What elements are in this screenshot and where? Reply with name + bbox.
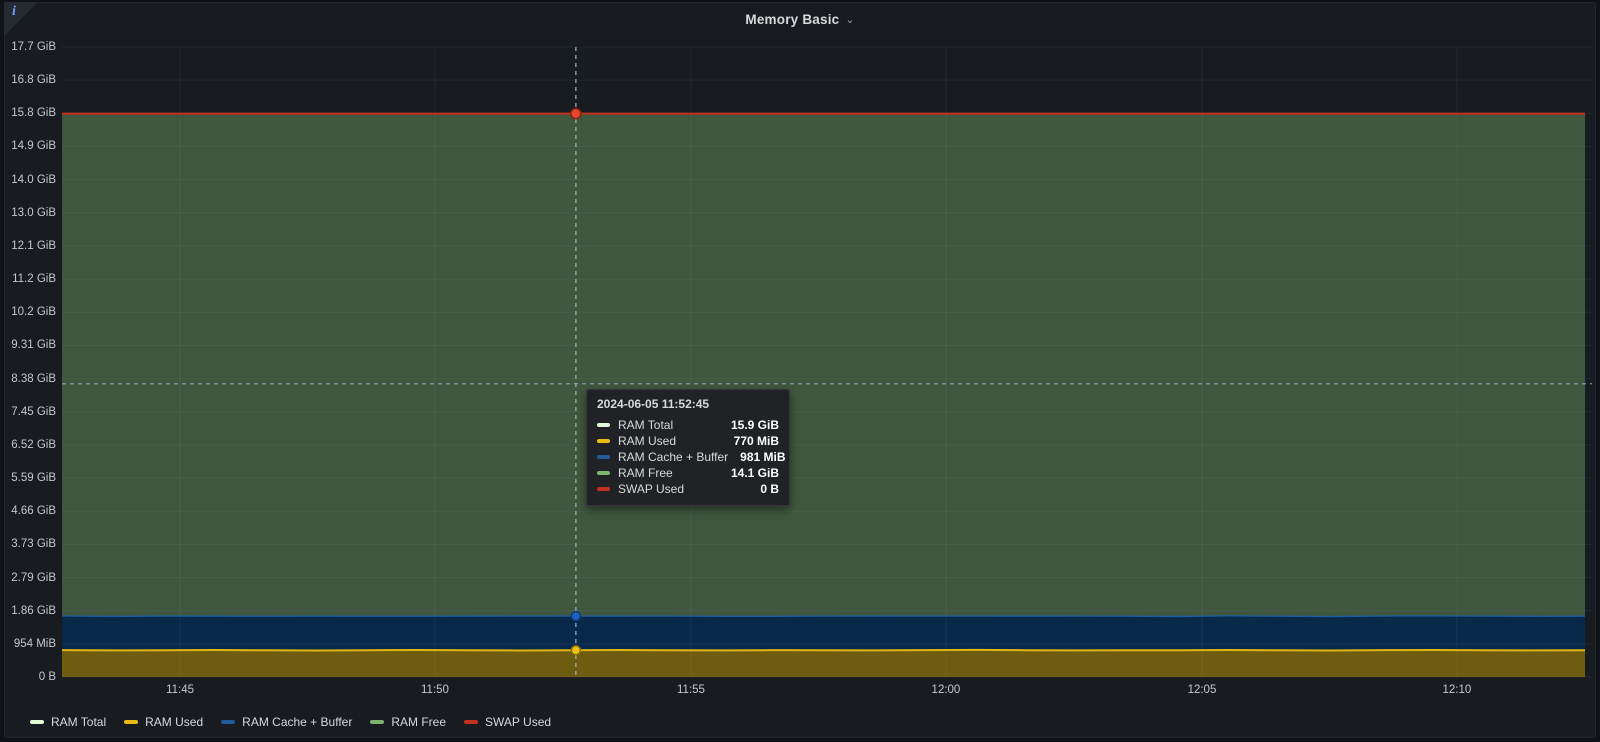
legend-label: SWAP Used [485,715,551,729]
y-axis-tick-label: 4.66 GiB [4,505,56,517]
legend: RAM Total RAM Used RAM Cache + Buffer RAM F… [30,715,551,729]
legend-color-swatch [370,720,384,724]
tooltip-series-value: 0 B [760,482,779,496]
ram-used-line [62,650,1585,651]
legend-item[interactable]: RAM Cache + Buffer [221,715,352,729]
tooltip-series-label: SWAP Used [618,482,748,496]
y-axis-tick-label: 13.0 GiB [4,207,56,219]
y-axis-tick-label: 14.0 GiB [4,174,56,186]
hover-point [571,109,581,119]
legend-color-swatch [30,720,44,724]
series-color-swatch [597,423,610,427]
y-axis-tick-label: 11.2 GiB [4,273,56,285]
y-axis-tick-label: 10.2 GiB [4,306,56,318]
series-color-swatch [597,471,610,475]
legend-color-swatch [464,720,478,724]
x-axis-tick-label: 11:45 [166,684,194,696]
tooltip-series-label: RAM Free [618,466,719,480]
series-color-swatch [597,439,610,443]
y-axis-tick-label: 2.79 GiB [4,572,56,584]
x-axis-tick-label: 12:00 [932,684,961,696]
legend-item[interactable]: RAM Total [30,715,106,729]
legend-item[interactable]: RAM Free [370,715,446,729]
y-axis-tick-label: 12.1 GiB [4,240,56,252]
y-axis-tick-label: 8.38 GiB [4,373,56,385]
x-axis-tick-label: 12:05 [1188,684,1217,696]
hover-point [571,646,580,655]
y-axis-tick-label: 9.31 GiB [4,339,56,351]
tooltip-timestamp: 2024-06-05 11:52:45 [597,397,779,411]
y-axis-tick-label: 954 MiB [4,638,56,650]
series-color-swatch [597,487,610,491]
tooltip-row: RAM Used 770 MiB [597,433,779,449]
legend-item[interactable]: SWAP Used [464,715,551,729]
ram-used-area [62,650,1585,677]
tooltip-series-value: 770 MiB [734,434,779,448]
plot-area[interactable] [0,0,1600,742]
legend-label: RAM Used [145,715,203,729]
legend-item[interactable]: RAM Used [124,715,203,729]
ram-cache-buffer-area [62,616,1585,651]
x-axis-tick-label: 12:10 [1443,684,1472,696]
y-axis-tick-label: 1.86 GiB [4,605,56,617]
y-axis-tick-label: 6.52 GiB [4,439,56,451]
y-axis-tick-label: 17.7 GiB [4,41,56,53]
tooltip-row: RAM Cache + Buffer981 MiB [597,449,779,465]
tooltip-series-value: 15.9 GiB [731,418,779,432]
tooltip-series-label: RAM Total [618,418,719,432]
tooltip-series-label: RAM Used [618,434,722,448]
tooltip-row: SWAP Used 0 B [597,481,779,497]
legend-color-swatch [221,720,235,724]
y-axis-tick-label: 15.8 GiB [4,107,56,119]
tooltip-series-value: 14.1 GiB [731,466,779,480]
y-axis-tick-label: 16.8 GiB [4,74,56,86]
grafana-panel-screenshot: i Memory Basic ⌄ 0 B954 MiB1.86 GiB2.79 … [0,0,1600,742]
tooltip-row: RAM Free 14.1 GiB [597,465,779,481]
series-color-swatch [597,455,610,459]
hover-tooltip: 2024-06-05 11:52:45 RAM Total15.9 GiBRAM… [586,389,790,506]
tooltip-series-value: 981 MiB [740,450,785,464]
legend-label: RAM Free [391,715,446,729]
x-axis-tick-label: 11:55 [677,684,705,696]
tooltip-series-label: RAM Cache + Buffer [618,450,728,464]
y-axis-tick-label: 14.9 GiB [4,140,56,152]
hover-point [571,612,580,621]
y-axis-tick-label: 0 B [4,671,56,683]
y-axis-tick-label: 3.73 GiB [4,538,56,550]
y-axis-tick-label: 7.45 GiB [4,406,56,418]
legend-color-swatch [124,720,138,724]
ram-cache-buffer-line [62,616,1585,617]
x-axis-tick-label: 11:50 [421,684,449,696]
tooltip-row: RAM Total 15.9 GiB [597,417,779,433]
ram-free-area [62,114,1585,617]
legend-label: RAM Cache + Buffer [242,715,352,729]
y-axis-tick-label: 5.59 GiB [4,472,56,484]
legend-label: RAM Total [51,715,106,729]
